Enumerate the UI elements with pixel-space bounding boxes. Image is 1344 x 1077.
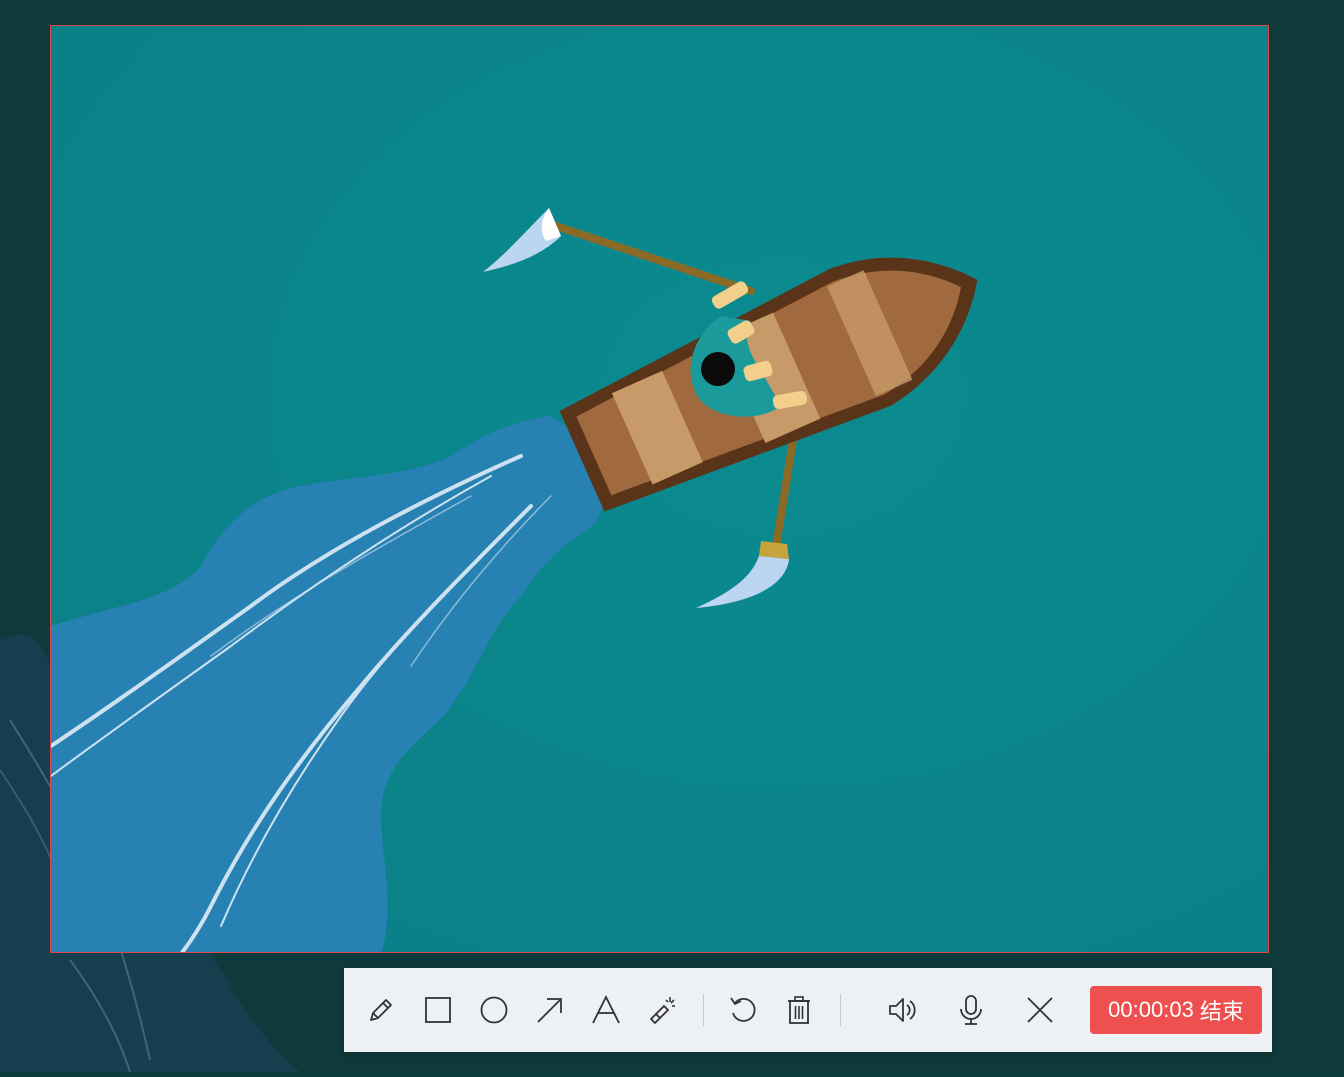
end-recording-button[interactable]: 00:00:03 结束 — [1090, 986, 1262, 1034]
end-label: 结束 — [1199, 999, 1244, 1024]
close-button[interactable] — [1020, 990, 1060, 1030]
toolbar-separator — [840, 994, 841, 1026]
microphone-icon — [960, 995, 982, 1025]
speaker-icon — [889, 998, 916, 1022]
pencil-icon — [370, 999, 392, 1021]
toolbar-separator — [703, 994, 704, 1026]
arrow-tool[interactable] — [530, 990, 570, 1030]
rectangle-tool[interactable] — [418, 990, 458, 1030]
delete-button[interactable] — [779, 990, 819, 1030]
recording-timer: 00:00:03 — [1108, 997, 1194, 1022]
undo-icon — [730, 997, 756, 1022]
trash-icon — [788, 996, 810, 1024]
pencil-tool[interactable] — [361, 990, 401, 1030]
ellipse-tool[interactable] — [474, 990, 514, 1030]
magic-wand-icon — [650, 997, 675, 1024]
circle-icon — [480, 996, 508, 1024]
undo-button[interactable] — [723, 990, 763, 1030]
speaker-toggle[interactable] — [882, 990, 922, 1030]
rectangle-icon — [425, 997, 451, 1023]
text-tool[interactable] — [586, 990, 626, 1030]
arrow-icon — [537, 998, 562, 1023]
capture-region[interactable] — [50, 25, 1269, 953]
text-icon — [592, 994, 620, 1024]
recording-toolbar: 00:00:03 结束 — [344, 968, 1272, 1052]
microphone-toggle[interactable] — [951, 990, 991, 1030]
highlighter-tool[interactable] — [642, 990, 682, 1030]
close-icon — [1027, 997, 1053, 1023]
capture-content — [51, 26, 1268, 952]
